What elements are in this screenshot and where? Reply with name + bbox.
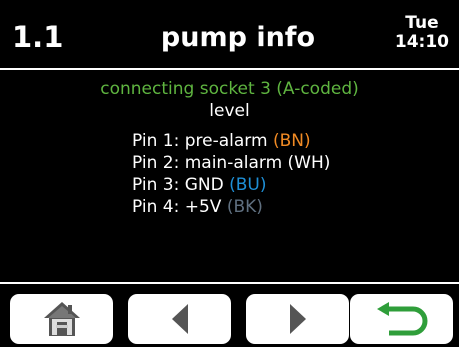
info-content: connecting socket 3 (A-coded) level Pin …	[0, 78, 459, 217]
pin-4-label: Pin 4: +5V	[132, 197, 222, 217]
header-bar: 1.1 pump info Tue 14:10	[0, 0, 459, 70]
return-button[interactable]	[350, 294, 453, 344]
next-button[interactable]	[246, 294, 349, 344]
softkey-bar	[0, 290, 459, 347]
day-label: Tue	[405, 13, 439, 33]
header-divider	[0, 68, 459, 70]
menu-number: 1.1	[12, 20, 64, 54]
date-time-display: Tue 14:10	[395, 14, 449, 52]
softkey-divider	[0, 282, 459, 284]
previous-button[interactable]	[128, 294, 231, 344]
home-button[interactable]	[10, 294, 113, 344]
return-arrow-icon	[375, 302, 429, 336]
pin-row-3: Pin 3: GND (BU)	[132, 174, 330, 196]
pin-4-wire-code: (BK)	[226, 197, 263, 217]
pin-2-label: Pin 2: main-alarm (WH)	[132, 153, 331, 173]
home-icon	[42, 299, 82, 339]
pin-3-label: Pin 3: GND	[132, 175, 224, 195]
pin-row-4: Pin 4: +5V (BK)	[132, 196, 330, 218]
arrow-left-icon	[168, 302, 192, 336]
pin-row-1: Pin 1: pre-alarm (BN)	[132, 130, 330, 152]
time-label: 14:10	[394, 32, 449, 52]
pin-1-label: Pin 1: pre-alarm	[132, 131, 268, 151]
pin-row-2: Pin 2: main-alarm (WH)	[132, 152, 330, 174]
pin-1-wire-code: (BN)	[272, 131, 311, 151]
socket-subheading: level	[209, 101, 250, 121]
pin-3-wire-code: (BU)	[229, 175, 267, 195]
arrow-right-icon	[286, 302, 310, 336]
pin-list: Pin 1: pre-alarm (BN) Pin 2: main-alarm …	[132, 130, 330, 218]
pump-info-screen: 1.1 pump info Tue 14:10 connecting socke…	[0, 0, 459, 347]
socket-subtitle: connecting socket 3 (A-coded)	[100, 79, 359, 99]
page-title: pump info	[160, 22, 316, 53]
